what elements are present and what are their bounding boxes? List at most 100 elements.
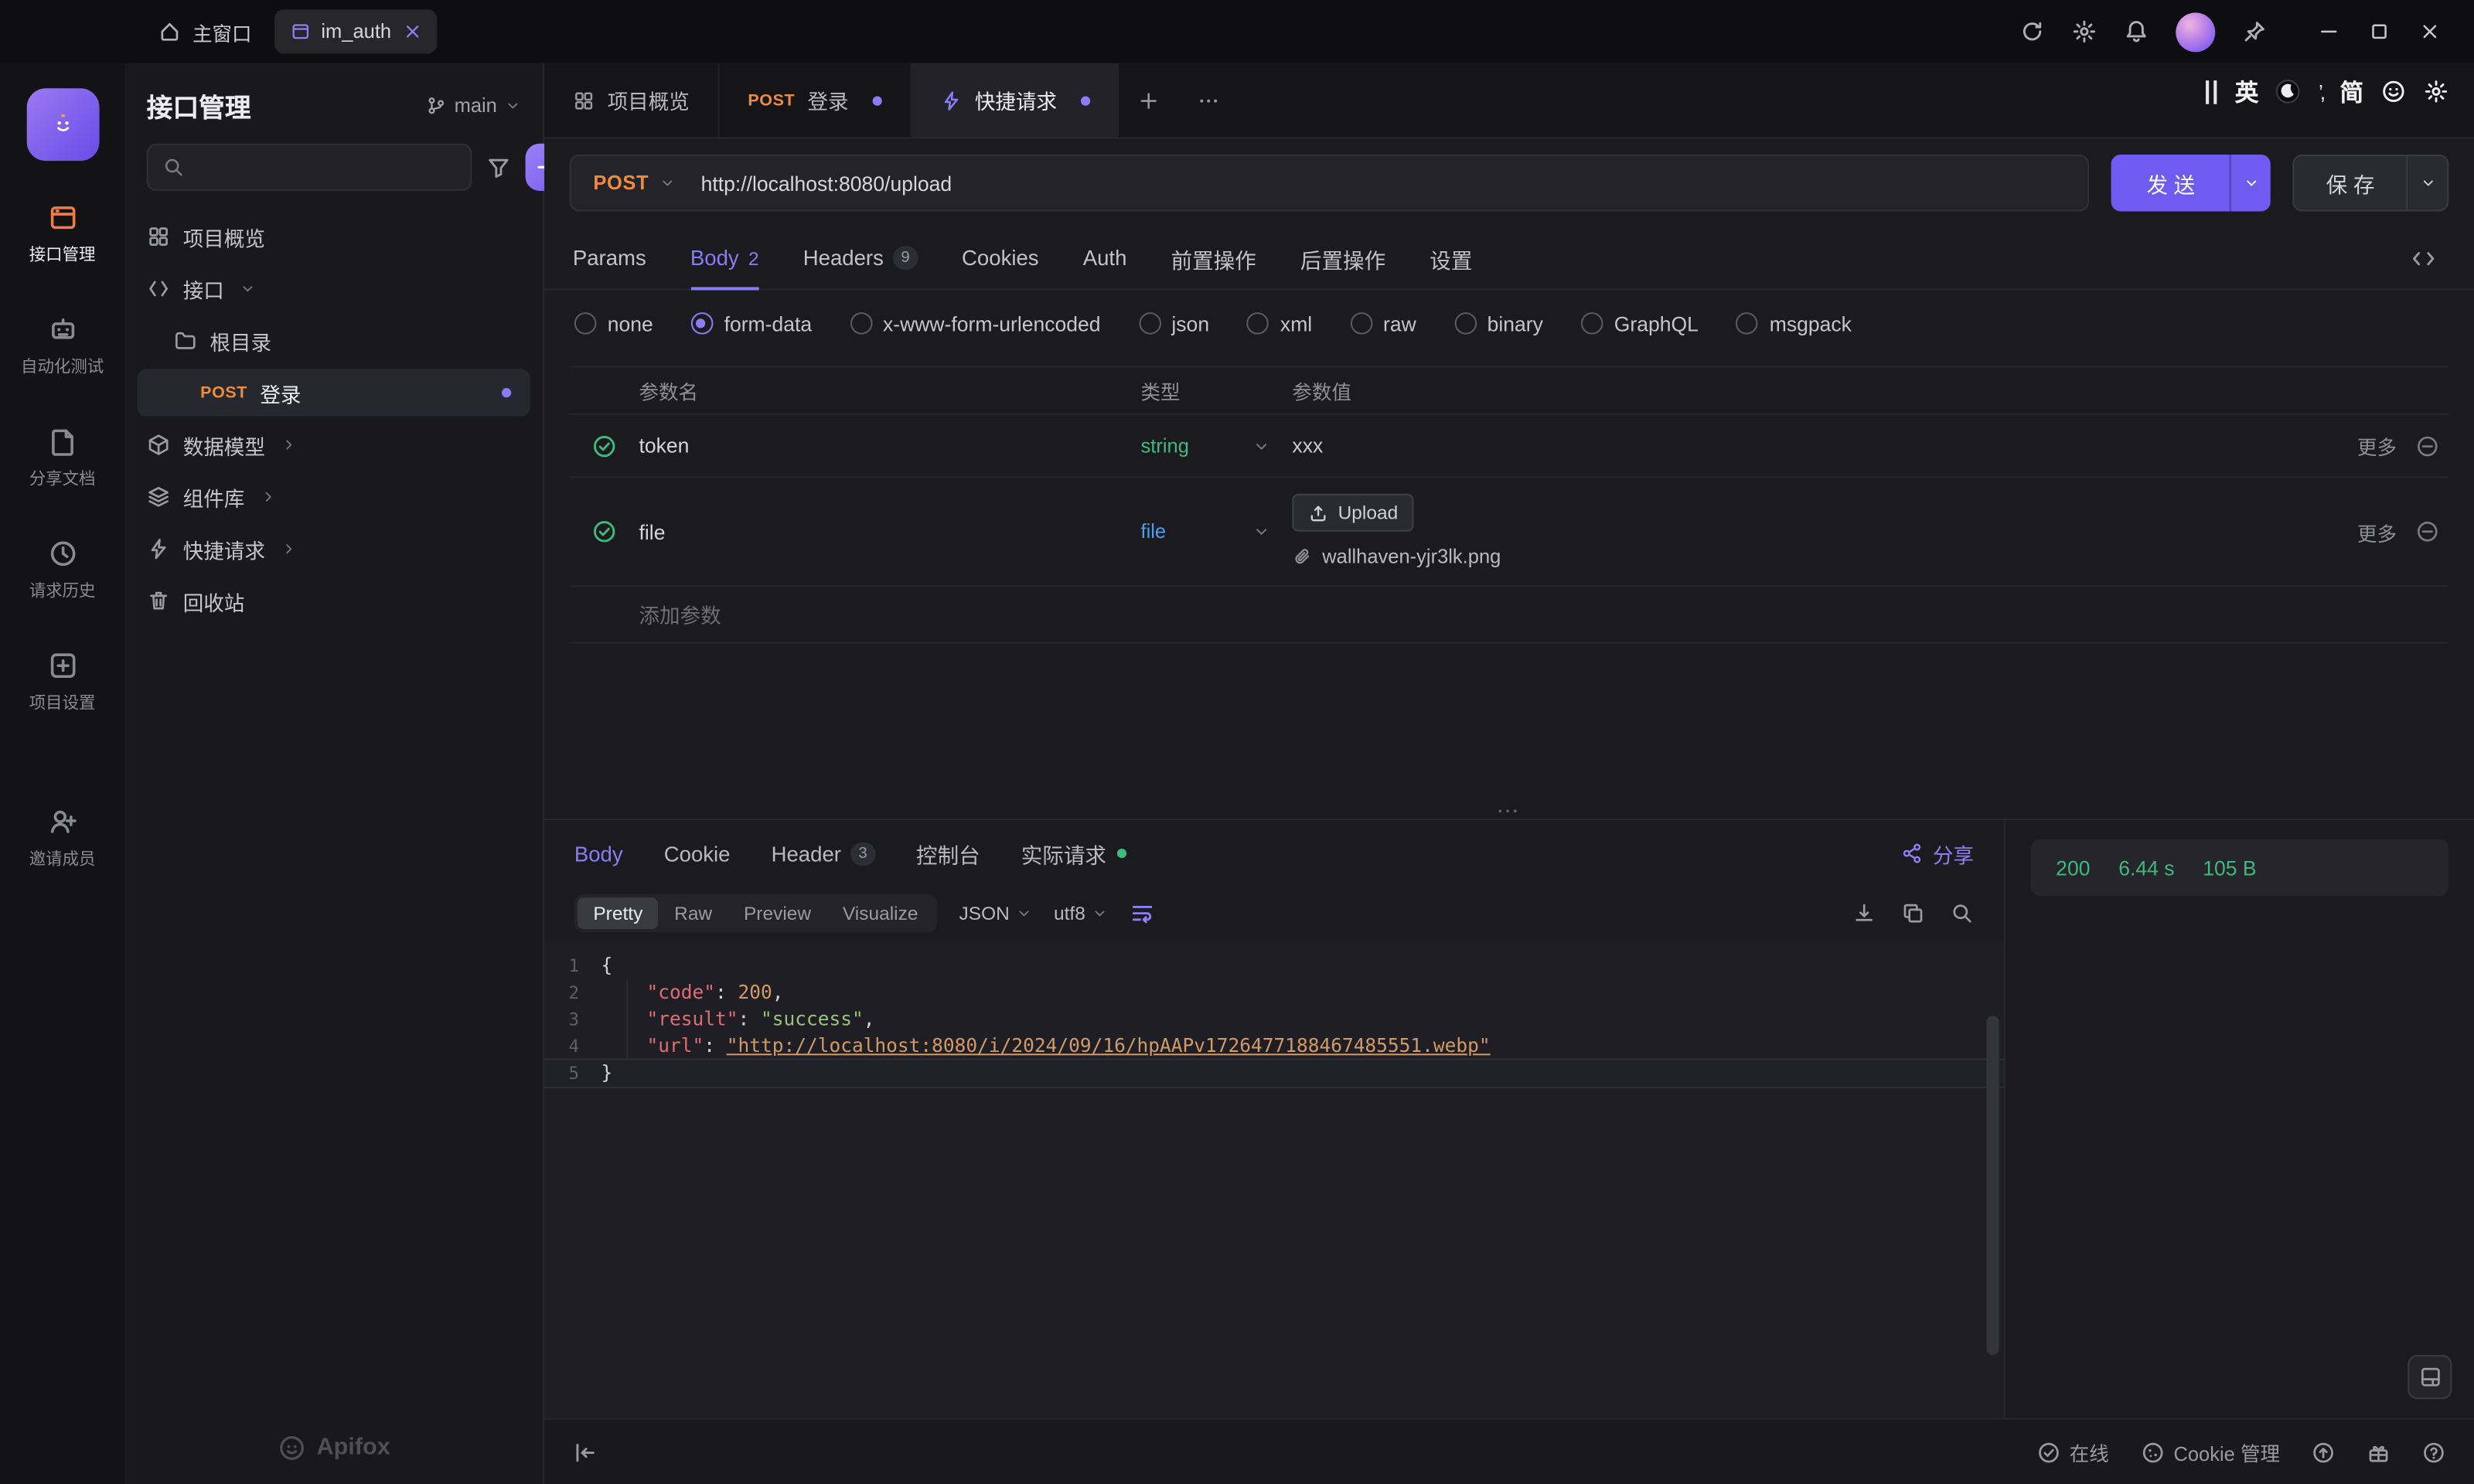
bodytype-binary[interactable]: binary bbox=[1453, 311, 1543, 335]
download-icon[interactable] bbox=[1852, 899, 1876, 928]
bodytype-form-data[interactable]: form-data bbox=[690, 311, 812, 335]
param-name[interactable]: file bbox=[639, 519, 1141, 543]
rail-item-settings[interactable]: 项目设置 bbox=[0, 650, 124, 715]
document-tab-im-auth[interactable]: im_auth bbox=[274, 9, 438, 54]
rail-item-test[interactable]: 自动化测试 bbox=[0, 314, 124, 379]
view-mode-Visualize[interactable]: Visualize bbox=[826, 897, 933, 929]
update-button[interactable] bbox=[2312, 1439, 2336, 1465]
tree-item-5[interactable]: 组件库 bbox=[138, 473, 530, 520]
view-mode-Raw[interactable]: Raw bbox=[659, 897, 728, 929]
response-tab-Body[interactable]: Body bbox=[574, 842, 623, 866]
bodytype-json[interactable]: json bbox=[1138, 311, 1209, 335]
send-options-chevron-icon[interactable] bbox=[2230, 155, 2271, 212]
param-enabled-checkbox[interactable] bbox=[570, 519, 639, 544]
refresh-icon[interactable] bbox=[2019, 17, 2045, 46]
search-response-icon[interactable] bbox=[1950, 899, 1974, 928]
generate-code-icon[interactable] bbox=[2401, 243, 2445, 272]
ime-settings-gear-icon[interactable] bbox=[2424, 78, 2449, 107]
punctuation-icon[interactable]: ’, bbox=[2319, 80, 2326, 104]
request-tab-Body[interactable]: Body 2 bbox=[690, 227, 760, 291]
bodytype-GraphQL[interactable]: GraphQL bbox=[1580, 311, 1699, 335]
url-input[interactable] bbox=[697, 169, 2088, 197]
filter-button[interactable] bbox=[486, 155, 512, 180]
view-mode-Preview[interactable]: Preview bbox=[728, 897, 827, 929]
upload-button[interactable]: Upload bbox=[1292, 493, 1414, 532]
rail-item-api[interactable]: 接口管理 bbox=[0, 202, 124, 267]
apifox-logo[interactable] bbox=[26, 88, 99, 162]
ime-simplified-toggle[interactable]: 简 bbox=[2339, 76, 2363, 109]
encoding-select[interactable]: utf8 bbox=[1054, 900, 1107, 926]
layout-toggle-button[interactable] bbox=[2408, 1355, 2452, 1400]
bodytype-msgpack[interactable]: msgpack bbox=[1736, 311, 1852, 335]
rail-item-share[interactable]: 分享文档 bbox=[0, 426, 124, 491]
minimize-button[interactable] bbox=[2304, 0, 2354, 63]
more-button[interactable]: 更多 bbox=[2357, 516, 2397, 546]
search-box[interactable] bbox=[146, 143, 472, 191]
help-button[interactable] bbox=[2422, 1439, 2446, 1465]
request-tab-Headers[interactable]: Headers 9 bbox=[803, 227, 918, 289]
request-tab-Auth[interactable]: Auth bbox=[1083, 227, 1127, 289]
response-editor[interactable]: 1{2 "code": 200, 3 "result": "success", 4 … bbox=[544, 940, 2004, 1418]
request-tab-Cookies[interactable]: Cookies bbox=[962, 227, 1039, 289]
save-options-chevron-icon[interactable] bbox=[2406, 156, 2447, 210]
ime-handle-icon[interactable] bbox=[2206, 80, 2218, 104]
rail-item-invite[interactable]: 邀请成员 bbox=[0, 806, 124, 871]
tree-item-4[interactable]: 数据模型 bbox=[138, 421, 530, 468]
tree-item-3[interactable]: POST 登录 bbox=[137, 369, 530, 417]
ime-language-toggle[interactable]: 英 bbox=[2235, 76, 2259, 109]
method-select[interactable]: POST bbox=[571, 168, 698, 197]
response-tab-控制台[interactable]: 控制台 bbox=[916, 838, 980, 870]
close-window-button[interactable] bbox=[2404, 0, 2455, 63]
emoji-icon[interactable] bbox=[2381, 78, 2407, 107]
bodytype-x-www-form-urlencoded[interactable]: x-www-form-urlencoded bbox=[850, 311, 1101, 335]
format-select[interactable]: JSON bbox=[959, 900, 1032, 926]
close-tab-icon[interactable] bbox=[402, 19, 421, 44]
param-value[interactable]: xxx bbox=[1292, 434, 1323, 458]
share-button[interactable]: 分享 bbox=[1901, 839, 1974, 869]
branch-selector[interactable]: main bbox=[426, 93, 521, 118]
response-tab-Header[interactable]: Header 3 bbox=[772, 841, 875, 866]
bodytype-none[interactable]: none bbox=[574, 311, 653, 335]
maximize-button[interactable] bbox=[2354, 0, 2404, 63]
doc-tab-0[interactable]: 项目概览 bbox=[544, 63, 720, 138]
tree-item-7[interactable]: 回收站 bbox=[138, 577, 530, 625]
bodytype-raw[interactable]: raw bbox=[1350, 311, 1416, 335]
tree-item-0[interactable]: 项目概览 bbox=[138, 213, 530, 260]
notifications-bell-icon[interactable] bbox=[2124, 17, 2149, 46]
word-wrap-icon[interactable] bbox=[1130, 900, 1155, 926]
add-param-row[interactable]: 添加参数 bbox=[569, 587, 2449, 644]
attachment[interactable]: wallhaven-yjr3lk.png bbox=[1292, 544, 1501, 570]
pin-icon[interactable] bbox=[2242, 17, 2268, 46]
tree-item-1[interactable]: 接口 bbox=[138, 265, 530, 312]
doc-tab-2[interactable]: 快捷请求 bbox=[912, 63, 1119, 138]
editor-scrollbar[interactable] bbox=[1986, 1016, 1999, 1356]
response-tab-实际请求[interactable]: 实际请求 bbox=[1021, 838, 1127, 870]
search-input[interactable] bbox=[196, 155, 456, 180]
settings-gear-icon[interactable] bbox=[2072, 17, 2097, 46]
request-tab-设置[interactable]: 设置 bbox=[1430, 227, 1472, 289]
panel-splitter[interactable]: … bbox=[544, 794, 2474, 819]
send-button[interactable]: 发 送 bbox=[2111, 155, 2271, 212]
collapse-sidebar-icon[interactable] bbox=[573, 1439, 598, 1465]
param-type-select[interactable]: file bbox=[1141, 519, 1293, 544]
response-tab-Cookie[interactable]: Cookie bbox=[664, 842, 731, 866]
copy-icon[interactable] bbox=[1901, 899, 1925, 928]
more-tabs-button[interactable] bbox=[1178, 63, 1239, 138]
param-enabled-checkbox[interactable] bbox=[570, 433, 639, 458]
param-name[interactable]: token bbox=[639, 434, 1141, 458]
remove-row-button[interactable] bbox=[2415, 519, 2439, 544]
gift-button[interactable] bbox=[2367, 1439, 2391, 1465]
request-tab-前置操作[interactable]: 前置操作 bbox=[1171, 227, 1256, 289]
online-status[interactable]: 在线 bbox=[2036, 1437, 2109, 1467]
request-tab-后置操作[interactable]: 后置操作 bbox=[1300, 227, 1385, 289]
new-tab-button[interactable] bbox=[1119, 63, 1179, 138]
moon-icon[interactable] bbox=[2276, 78, 2302, 107]
more-button[interactable]: 更多 bbox=[2357, 431, 2397, 461]
doc-tab-1[interactable]: POST 登录 bbox=[720, 63, 912, 138]
request-tab-Params[interactable]: Params bbox=[573, 227, 646, 289]
param-type-select[interactable]: string bbox=[1141, 433, 1293, 458]
bodytype-xml[interactable]: xml bbox=[1247, 311, 1312, 335]
rail-item-history[interactable]: 请求历史 bbox=[0, 538, 124, 603]
cookie-manager[interactable]: Cookie 管理 bbox=[2141, 1437, 2280, 1467]
main-window-button[interactable]: 主窗口 bbox=[158, 16, 252, 46]
